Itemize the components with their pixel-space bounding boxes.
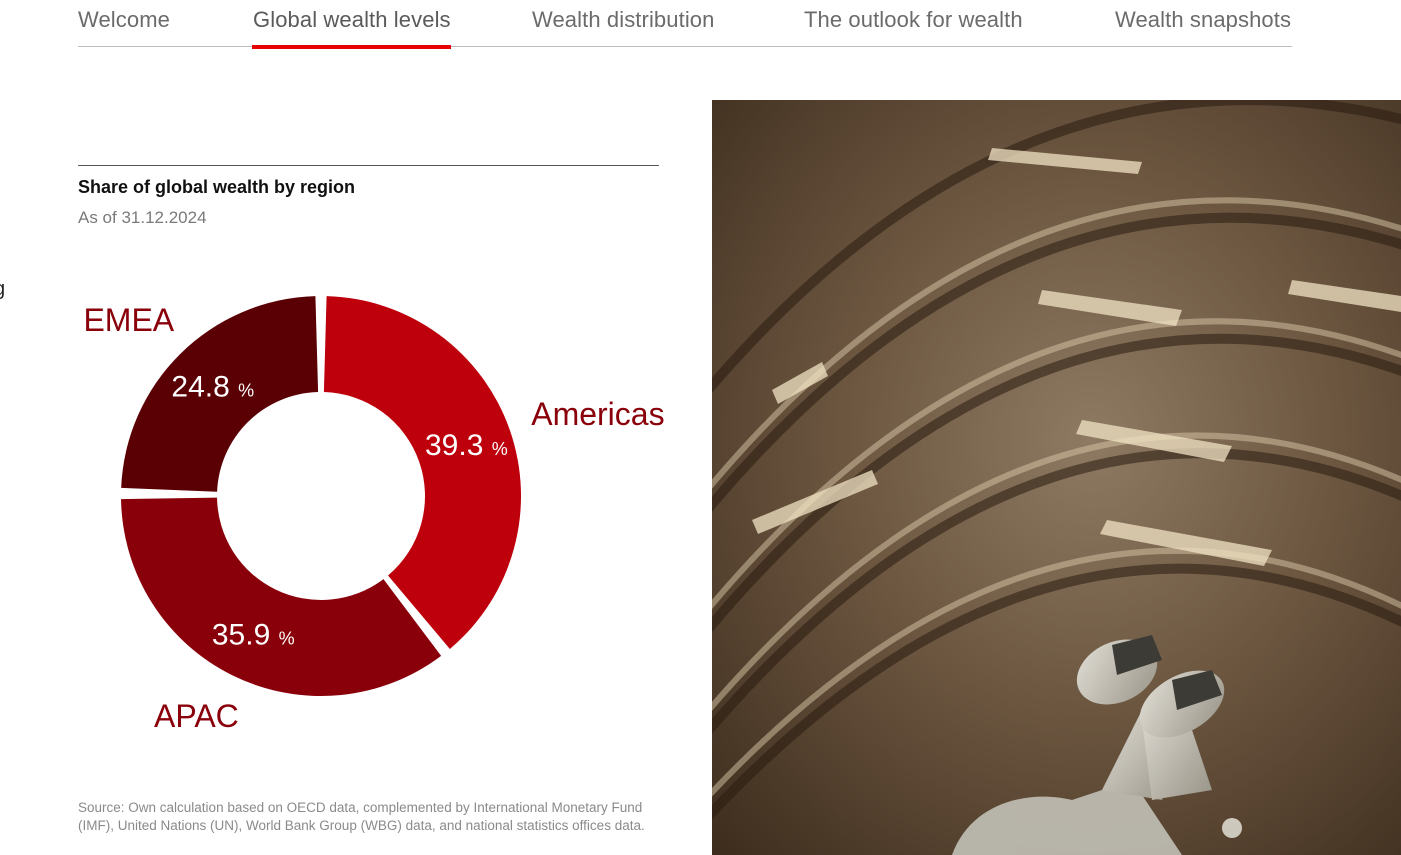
tunnel-astronaut-image: [712, 100, 1401, 855]
slice-category-label: Americas: [531, 396, 664, 432]
slice-category-label: EMEA: [83, 302, 174, 338]
hero-image: [712, 100, 1401, 855]
tab-wealth-snapshots[interactable]: Wealth snapshots: [1115, 7, 1291, 47]
slice-category-label: APAC: [154, 698, 239, 734]
tab-label: The outlook for wealth: [804, 7, 1023, 32]
source-note: Source: Own calculation based on OECD da…: [78, 800, 645, 833]
tab-label: Wealth snapshots: [1115, 7, 1292, 32]
donut-chart: 39.3 %Americas35.9 %APAC24.8 %EMEA: [83, 296, 665, 734]
slice-apac: [121, 497, 442, 696]
tab-outlook-for-wealth[interactable]: The outlook for wealth: [804, 7, 1023, 47]
page: Welcome Global wealth levels Wealth dist…: [0, 0, 1401, 855]
